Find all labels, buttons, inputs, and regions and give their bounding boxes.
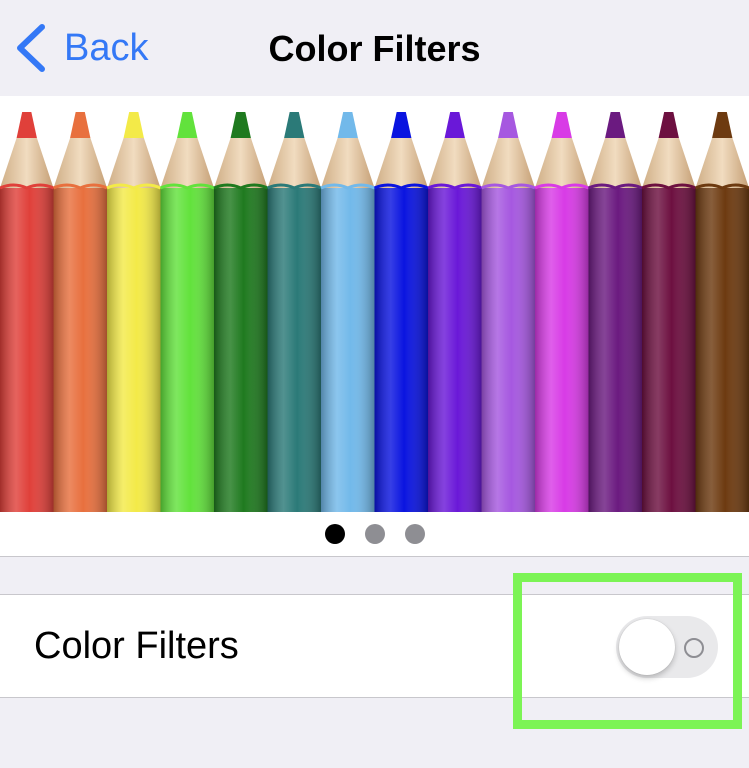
pencil [427,112,483,512]
page-indicator[interactable] [0,524,749,546]
page-title: Color Filters [268,28,481,69]
color-filters-label: Color Filters [34,625,239,667]
pencil [694,112,749,512]
pencil [480,112,536,512]
navigation-bar: Back Color Filters [0,0,749,96]
page-dot[interactable] [404,524,425,544]
page-dot[interactable] [324,524,345,544]
pencil [534,112,590,512]
section-separator [0,556,749,557]
pencil [320,112,376,512]
pencil [106,112,162,512]
highlight-annotation-box [513,573,742,729]
pencil [641,112,697,512]
pencil [159,112,215,512]
pencil [587,112,643,512]
color-filter-preview[interactable] [0,96,749,556]
pencil [52,112,108,512]
pencil [213,112,269,512]
colored-pencils-image [0,112,749,512]
page-dot[interactable] [364,524,385,544]
pencil [0,112,55,512]
pencil-group [0,112,749,512]
pencil [266,112,322,512]
pencil [373,112,429,512]
